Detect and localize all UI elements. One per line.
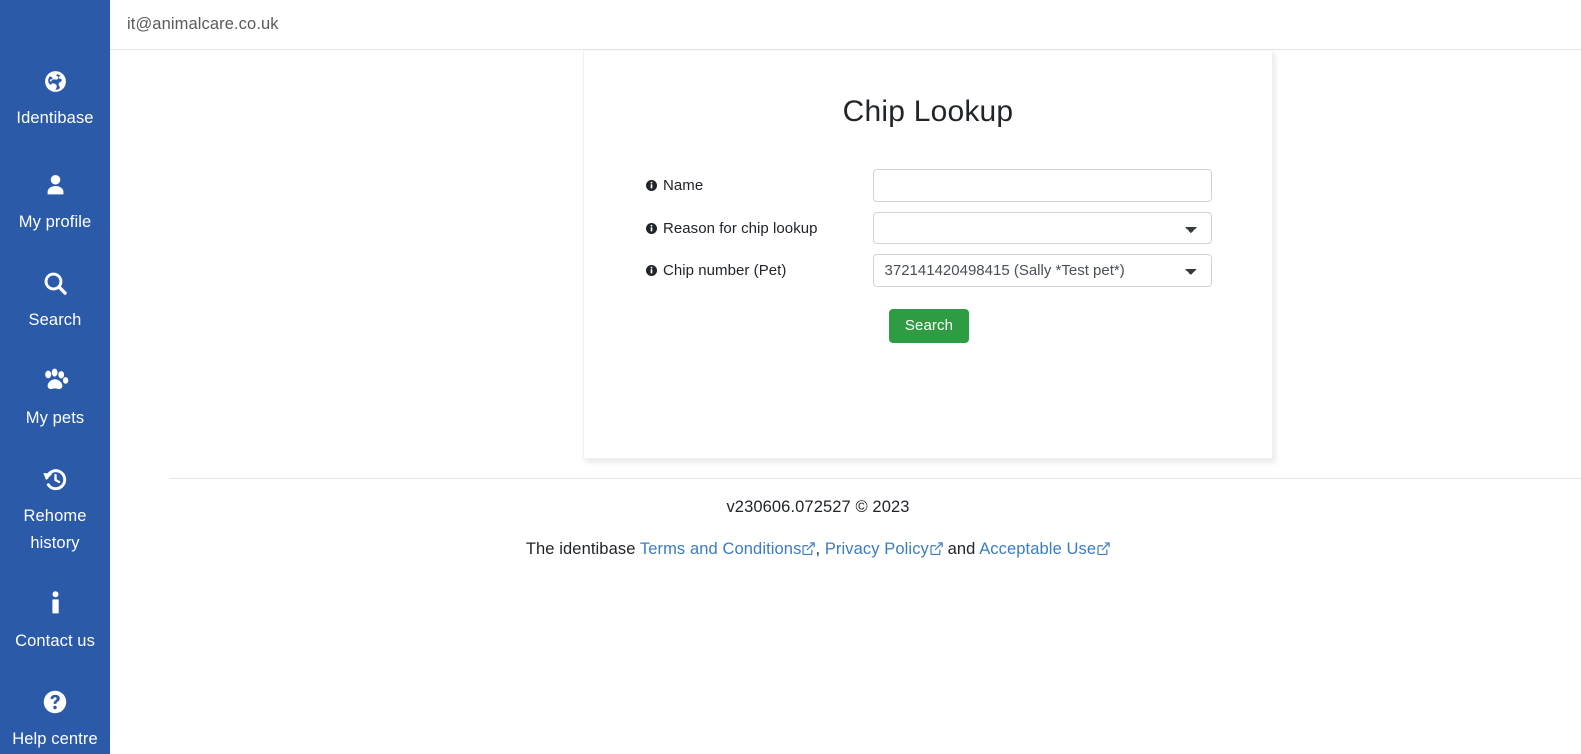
footer-separator-2: and (942, 540, 980, 558)
form-row-name: Name (646, 169, 1212, 202)
privacy-policy-link[interactable]: Privacy Policy (825, 540, 943, 558)
sidebar-item-rehome-history[interactable]: Rehome history (0, 464, 110, 557)
acceptable-use-link[interactable]: Acceptable Use (979, 540, 1110, 558)
name-input[interactable] (872, 169, 1212, 202)
sidebar: Identibase My profile Search My pets Reh… (0, 0, 110, 754)
external-link-icon (1097, 542, 1110, 555)
sidebar-item-identibase[interactable]: Identibase (0, 66, 110, 132)
external-link-icon (802, 542, 816, 555)
footer-version: v230606.072527 © 2023 (726, 498, 910, 516)
form-row-reason: Reason for chip lookup (646, 212, 1212, 244)
chip-number-label-text: Chip number (Pet) (663, 262, 787, 279)
app-root: Identibase My profile Search My pets Reh… (0, 0, 1581, 754)
name-label: Name (646, 177, 873, 194)
info-circle-icon[interactable] (646, 265, 657, 276)
main-content: Chip Lookup Name Reason for chip lookup … (110, 51, 1581, 754)
search-button[interactable]: Search (888, 309, 970, 343)
submit-row: Search (646, 309, 1212, 343)
sidebar-item-my-pets[interactable]: My pets (0, 366, 110, 432)
sidebar-item-label: Identibase (16, 109, 94, 127)
sidebar-item-label: My profile (18, 213, 92, 231)
clock-rotate-left-icon (42, 464, 69, 494)
magnifier-icon (42, 268, 69, 298)
external-link-icon (930, 542, 943, 555)
footer-legal-prefix: The identibase (525, 540, 640, 558)
sidebar-item-label: Help centre (12, 730, 98, 748)
sidebar-item-label: My pets (25, 409, 85, 427)
sidebar-item-label: Contact us (15, 632, 95, 650)
question-circle-icon (42, 687, 68, 717)
info-circle-icon[interactable] (646, 222, 657, 234)
acceptable-use-label: Acceptable Use (979, 540, 1097, 558)
info-icon (49, 589, 62, 619)
chip-lookup-card: Chip Lookup Name Reason for chip lookup … (583, 51, 1273, 459)
terms-and-conditions-link[interactable]: Terms and Conditions (640, 540, 816, 558)
footer-legal-line: The identibase Terms and Conditions, Pri… (170, 540, 1581, 559)
sidebar-item-label: Search (28, 311, 82, 329)
chip-number-select[interactable]: 372141420498415 (Sally *Test pet*) (872, 254, 1212, 287)
form-row-chip-number: Chip number (Pet) 372141420498415 (Sally… (646, 254, 1212, 287)
globe-icon (43, 66, 68, 96)
top-header-bar: it@animalcare.co.uk (110, 0, 1581, 50)
terms-and-conditions-label: Terms and Conditions (639, 540, 802, 558)
page-footer: v230606.072527 © 2023 The identibase Ter… (170, 478, 1581, 559)
info-circle-icon[interactable] (646, 180, 657, 191)
chip-number-label: Chip number (Pet) (646, 262, 873, 279)
privacy-policy-label: Privacy Policy (824, 540, 929, 558)
chip-lookup-form: Name Reason for chip lookup Chip number … (584, 169, 1272, 343)
sidebar-item-my-profile[interactable]: My profile (0, 170, 110, 236)
sidebar-item-search[interactable]: Search (0, 268, 110, 334)
reason-label: Reason for chip lookup (646, 220, 873, 237)
sidebar-item-label: Rehome history (23, 507, 87, 552)
footer-divider (170, 478, 1581, 479)
sidebar-item-contact-us[interactable]: Contact us (0, 589, 110, 655)
paw-icon (41, 366, 69, 396)
reason-select[interactable] (872, 212, 1212, 244)
footer-separator-1: , (815, 540, 825, 558)
sidebar-item-help-centre[interactable]: Help centre (0, 687, 110, 753)
page-title: Chip Lookup (842, 95, 1014, 128)
account-email: it@animalcare.co.uk (127, 15, 279, 33)
user-icon (43, 170, 68, 200)
name-label-text: Name (663, 177, 704, 194)
reason-label-text: Reason for chip lookup (663, 219, 818, 237)
